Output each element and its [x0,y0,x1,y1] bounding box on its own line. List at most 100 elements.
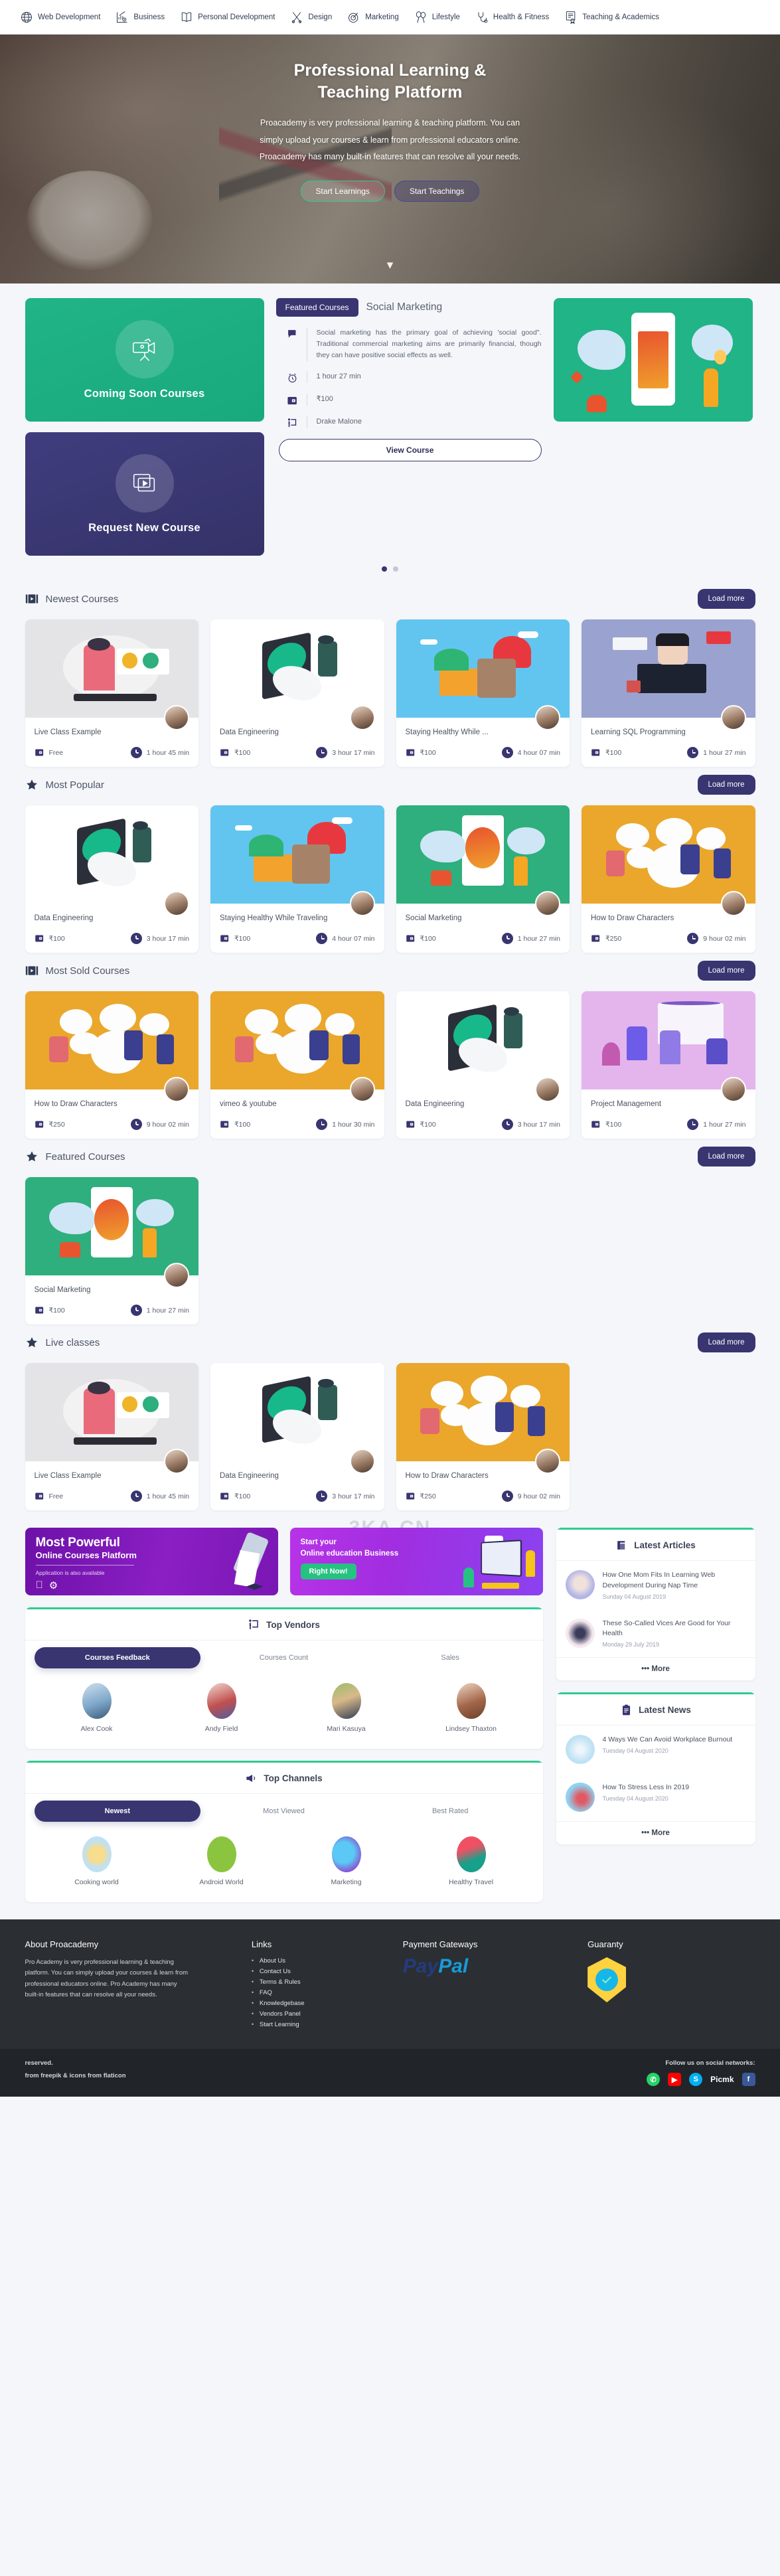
carousel-dot-2[interactable] [393,566,398,572]
category-marketing[interactable]: Marketing [339,10,406,25]
course-thumbnail [25,991,198,1102]
phone-illustration [631,313,675,406]
article-item[interactable]: How One Mom Fits In Learning Web Develop… [556,1561,755,1609]
course-card[interactable]: Data Engineering ₹100 3 hour 17 min [396,991,570,1139]
star-icon [25,1149,40,1164]
footer-link-start-learning[interactable]: Start Learning [252,2021,386,2028]
load-more-button[interactable]: Load more [697,589,755,609]
category-lifestyle[interactable]: Lifestyle [406,10,467,25]
course-meta: ₹100 3 hour 17 min [220,1490,375,1502]
vendor-name: Lindsey Thaxton [445,1725,497,1733]
articles-more-button[interactable]: ••• More [556,1657,755,1680]
course-card-grid: Live Class Example Free 1 hour 45 min Data … [25,619,755,767]
news-thumbnail [565,1735,595,1764]
course-card[interactable]: Data Engineering ₹100 3 hour 17 min [210,1363,384,1510]
course-card[interactable]: Learning SQL Programming ₹100 1 hour 27 mi… [582,619,755,767]
load-more-button[interactable]: Load more [697,775,755,795]
start-teachings-button[interactable]: Start Teachings [394,180,480,202]
category-health-fitness[interactable]: Health & Fitness [467,10,556,25]
news-item[interactable]: How To Stress Less In 2019 Tuesday 04 Au… [556,1773,755,1821]
tab-best-rated[interactable]: Best Rated [367,1801,534,1822]
featured-courses-tab[interactable]: Featured Courses [275,298,358,317]
tab-sales[interactable]: Sales [367,1647,534,1668]
course-card[interactable]: vimeo & youtube ₹100 1 hour 30 min [210,991,384,1139]
course-card[interactable]: Staying Healthy While Traveling ₹100 4 hou… [210,805,384,953]
start-learnings-button[interactable]: Start Learnings [300,180,385,202]
course-card[interactable]: How to Draw Characters ₹250 9 hour 02 min [396,1363,570,1510]
course-card[interactable]: Social Marketing ₹100 1 hour 27 min [396,805,570,953]
whatsapp-icon[interactable]: ✆ [647,2073,661,2086]
course-card[interactable]: How to Draw Characters ₹250 9 hour 02 min [25,991,198,1139]
course-price: ₹100 [220,933,250,943]
tab-courses-feedback[interactable]: Courses Feedback [34,1647,201,1668]
course-card[interactable]: Data Engineering ₹100 3 hour 17 min [25,805,198,953]
footer-link-about-us[interactable]: About Us [252,1957,386,1965]
load-more-button[interactable]: Load more [697,1147,755,1167]
course-duration: 1 hour 27 min [687,1119,746,1130]
carousel-dot-1[interactable] [382,566,387,572]
channel-item[interactable]: Healthy Travel [409,1836,534,1886]
news-thumbnail [565,1783,595,1812]
course-price-value: ₹100 [234,1120,251,1129]
course-card[interactable]: Social Marketing ₹100 1 hour 27 min [25,1177,198,1325]
course-card[interactable]: Live Class Example Free 1 hour 45 min [25,619,198,767]
vendor-item[interactable]: Lindsey Thaxton [409,1683,534,1733]
vendor-item[interactable]: Alex Cook [35,1683,159,1733]
footer-link-vendors-panel[interactable]: Vendors Panel [252,2010,386,2018]
start-business-banner[interactable]: Start your Online education Business Rig… [289,1528,543,1595]
channel-item[interactable]: Android World [159,1836,284,1886]
vendor-item[interactable]: Mari Kasuya [284,1683,409,1733]
category-design[interactable]: Design [282,10,339,25]
category-business[interactable]: Business [108,10,172,25]
course-price: ₹250 [35,1119,65,1129]
course-meta: ₹250 9 hour 02 min [591,933,746,944]
tab-courses-count[interactable]: Courses Count [200,1647,367,1668]
section-title-group: Live classes [25,1335,100,1350]
skype-icon[interactable]: S [689,2073,703,2086]
footer-link-terms-rules[interactable]: Terms & Rules [252,1978,386,1986]
vendor-item[interactable]: Andy Field [159,1683,284,1733]
article-item[interactable]: These So-Called Vices Are Good for Your … [556,1609,755,1658]
android-icon[interactable]: ⚙ [49,1579,58,1591]
article-title: How One Mom Fits In Learning Web Develop… [602,1571,716,1589]
course-price: ₹100 [406,933,436,943]
course-price-value: ₹100 [48,934,65,943]
category-personal-development[interactable]: Personal Development [172,10,282,25]
course-card[interactable]: How to Draw Characters ₹250 9 hour 02 min [582,805,755,953]
tab-newest[interactable]: Newest [34,1801,201,1822]
category-web-development[interactable]: Web Development [12,10,108,25]
footer-payment: Payment Gateways PayPal [403,1939,570,2032]
youtube-icon[interactable]: ▶ [668,2073,682,2086]
channel-item[interactable]: Cooking world [35,1836,159,1886]
request-new-course-card[interactable]: Request New Course [25,432,264,556]
view-course-button[interactable]: View Course [278,439,542,461]
footer-link-contact-us[interactable]: Contact Us [252,1968,386,1975]
load-more-button[interactable]: Load more [697,961,755,981]
tab-most-viewed[interactable]: Most Viewed [200,1801,367,1822]
facebook-icon[interactable]: f [741,2073,755,2086]
course-card[interactable]: Staying Healthy While ... ₹100 4 hour 07 m… [396,619,570,767]
course-duration-value: 1 hour 45 min [146,1492,189,1500]
apple-icon[interactable]:  [36,1579,43,1591]
course-card[interactable]: Data Engineering ₹100 3 hour 17 min [210,619,384,767]
load-more-button[interactable]: Load more [697,1332,755,1352]
footer-link-knowledgebase[interactable]: Knowledgebase [252,2000,386,2007]
top-vendors-title: Top Vendors [266,1620,320,1630]
chevron-down-icon[interactable]: ▾ [387,258,394,273]
course-card[interactable]: Project Management ₹100 1 hour 27 min [582,991,755,1139]
tablet-illustration [480,1539,522,1577]
most-powerful-banner[interactable]: Most Powerful Online Courses Platform Ap… [25,1528,278,1595]
news-more-button[interactable]: ••• More [556,1821,755,1844]
clock-icon [130,1490,142,1502]
category-teaching-academics[interactable]: Teaching & Academics [556,10,666,25]
right-now-button[interactable]: Right Now! [300,1564,356,1580]
footer-link-faq[interactable]: FAQ [252,1989,386,1996]
course-card[interactable]: Live Class Example Free 1 hour 45 min [25,1363,198,1510]
news-item[interactable]: 4 Ways We Can Avoid Workplace Burnout Tu… [556,1726,755,1773]
coming-soon-courses-card[interactable]: Coming Soon Courses [25,298,264,422]
wallet-icon [406,1119,416,1129]
course-thumbnail [210,805,384,916]
course-price-value: ₹100 [605,1120,622,1129]
clock-icon [687,747,699,758]
channel-item[interactable]: Marketing [284,1836,409,1886]
